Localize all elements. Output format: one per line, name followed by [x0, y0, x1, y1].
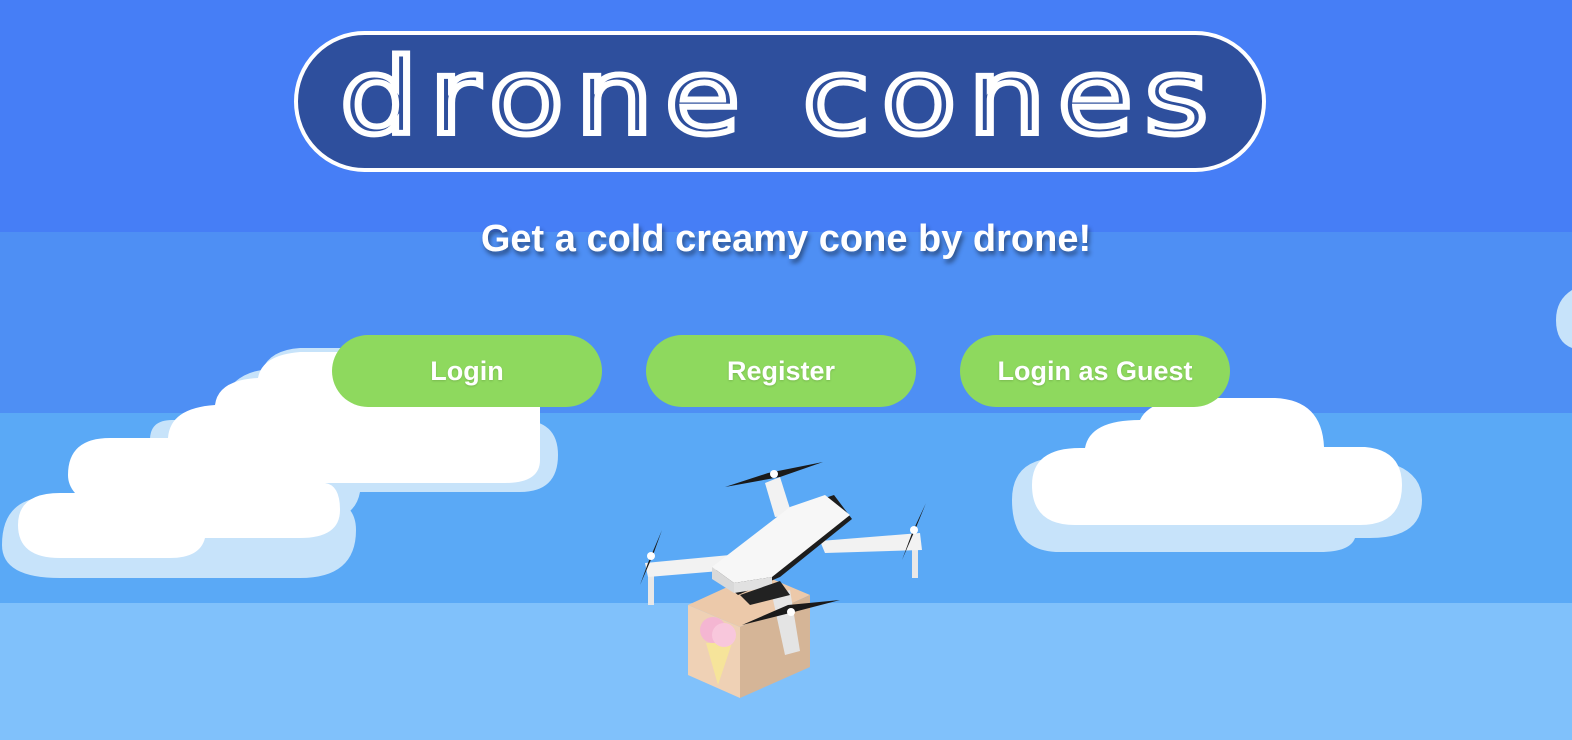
drone-arm — [820, 533, 922, 553]
register-button[interactable]: Register — [646, 335, 916, 407]
drone-cones-logo: drone cones — [294, 31, 1266, 172]
drone-ice-cream-icon — [640, 462, 926, 698]
logo-wordmark: drone cones — [337, 35, 1220, 161]
login-as-guest-button[interactable]: Login as Guest — [960, 335, 1230, 407]
login-button[interactable]: Login — [332, 335, 602, 407]
logo-text: drone cones — [340, 36, 1220, 158]
cloud-edge-right — [1556, 290, 1572, 348]
tagline: Get a cold creamy cone by drone! — [480, 218, 1092, 260]
cloud-right — [1012, 398, 1422, 552]
